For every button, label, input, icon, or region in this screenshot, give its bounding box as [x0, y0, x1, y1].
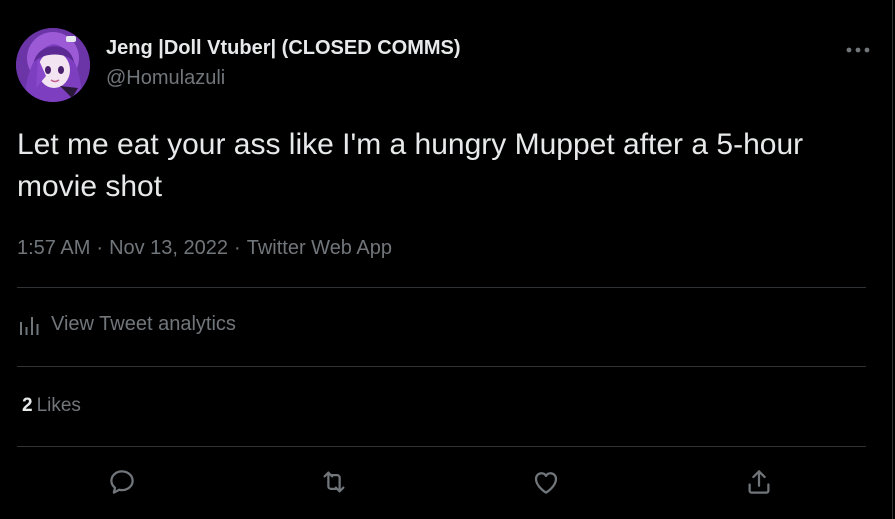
- more-horizontal-icon: [846, 47, 870, 53]
- like-button[interactable]: [526, 462, 566, 502]
- meta-separator: ·: [234, 237, 241, 259]
- retweet-icon: [323, 471, 345, 493]
- analytics-icon: [20, 316, 39, 335]
- likes-count: 2: [22, 395, 33, 416]
- tweet-meta: 1:57 AM · Nov 13, 2022 · Twitter Web App: [17, 234, 392, 262]
- author-handle[interactable]: @Homulazuli: [106, 66, 461, 90]
- meta-separator: ·: [96, 237, 104, 259]
- tweet-source[interactable]: Twitter Web App: [247, 237, 392, 259]
- tweet-actions: [17, 458, 866, 506]
- reply-button[interactable]: [102, 462, 142, 502]
- likes-count-link[interactable]: 2 Likes: [22, 395, 81, 417]
- anime-avatar-icon: [16, 28, 90, 102]
- analytics-label: View Tweet analytics: [51, 313, 236, 335]
- tweet-date[interactable]: Nov 13, 2022: [109, 237, 228, 259]
- author-display-name[interactable]: Jeng |Doll Vtuber| (CLOSED COMMS): [106, 36, 461, 60]
- author-info: Jeng |Doll Vtuber| (CLOSED COMMS) @Homul…: [106, 36, 461, 90]
- tweet-detail: Jeng |Doll Vtuber| (CLOSED COMMS) @Homul…: [0, 0, 893, 519]
- heart-icon: [534, 472, 558, 494]
- tweet-text: Let me eat your ass like I'm a hungry Mu…: [17, 128, 804, 203]
- avatar[interactable]: [16, 28, 90, 102]
- tweet-analytics-link[interactable]: View Tweet analytics: [19, 313, 236, 336]
- divider: [17, 366, 866, 367]
- retweet-button[interactable]: [314, 462, 354, 502]
- tweet-time[interactable]: 1:57 AM: [17, 237, 90, 259]
- more-options-button[interactable]: [842, 38, 874, 62]
- share-button[interactable]: [739, 462, 779, 502]
- tweet-header: Jeng |Doll Vtuber| (CLOSED COMMS) @Homul…: [16, 28, 876, 104]
- divider: [17, 287, 866, 288]
- share-icon: [748, 470, 770, 494]
- reply-icon: [110, 470, 134, 494]
- divider: [17, 446, 866, 447]
- likes-label: Likes: [36, 395, 81, 416]
